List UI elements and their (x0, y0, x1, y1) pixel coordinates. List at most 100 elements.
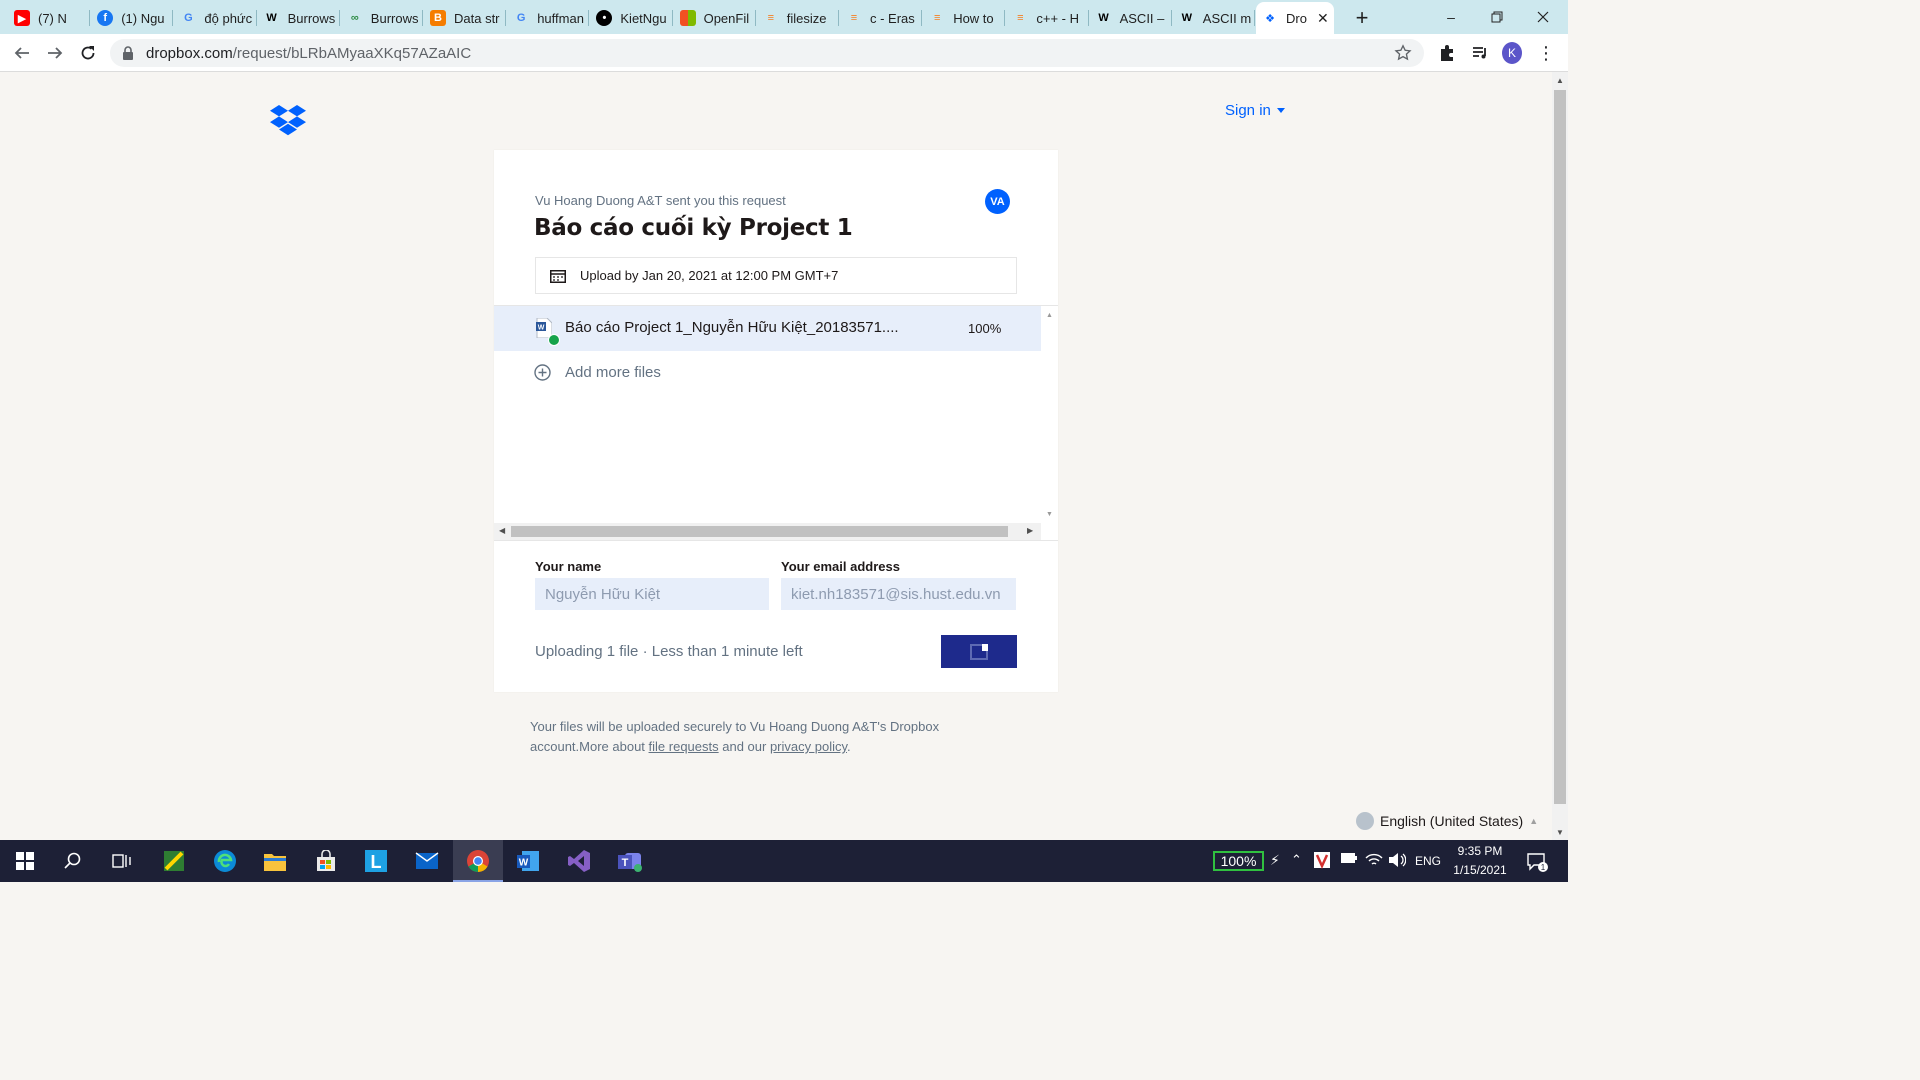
taskbar-app-visual-studio[interactable] (554, 840, 604, 882)
tab-title: Dro (1286, 10, 1307, 26)
tab-title: KietNgu (620, 10, 667, 26)
browser-tab[interactable]: ❖ Dro ✕ (1256, 2, 1334, 34)
minimize-button[interactable]: – (1428, 0, 1474, 34)
browser-tab[interactable]: W ASCII m (1173, 4, 1255, 32)
profile-avatar[interactable]: K (1502, 42, 1522, 64)
email-field[interactable] (781, 578, 1016, 610)
browser-tab[interactable]: W Burrows (258, 4, 340, 32)
file-list-vertical-scrollbar[interactable]: ▲ ▼ (1041, 306, 1058, 523)
scroll-down-arrow-icon[interactable]: ▼ (1046, 511, 1053, 518)
new-tab-button[interactable]: + (1347, 4, 1377, 32)
browser-tab[interactable]: f (1) Ngu (91, 4, 174, 32)
volume-icon[interactable] (1388, 852, 1407, 871)
scroll-left-arrow-icon[interactable]: ◀ (499, 526, 505, 535)
sign-in-dropdown[interactable]: Sign in (1225, 102, 1285, 119)
footer-note: Your files will be uploaded securely to … (530, 717, 970, 757)
close-window-button[interactable] (1520, 0, 1566, 34)
bookmark-star-icon[interactable] (1394, 44, 1412, 62)
browser-tab[interactable]: OpenFil (674, 4, 756, 32)
dropbox-logo-icon[interactable] (270, 104, 306, 136)
restore-button[interactable] (1474, 0, 1520, 34)
notification-center-icon[interactable]: 1 (1526, 851, 1548, 876)
visual-studio-icon (568, 850, 590, 872)
address-bar[interactable]: dropbox.com/request/bLRbAMyaaXKq57AZaAIC (110, 39, 1424, 67)
teams-icon: T (618, 853, 642, 872)
taskbar-app-l[interactable]: L (351, 840, 401, 882)
task-view-icon (112, 854, 131, 868)
calendar-icon (550, 269, 566, 283)
lock-icon[interactable] (122, 46, 134, 60)
browser-tab[interactable]: W ASCII – (1090, 4, 1172, 32)
add-more-files-button[interactable]: Add more files (534, 364, 661, 381)
tab-title: (1) Ngu (121, 10, 165, 26)
search-button[interactable] (48, 840, 98, 882)
tab-separator (89, 10, 91, 26)
start-button[interactable] (0, 840, 50, 882)
browser-tab[interactable]: ∞ Burrows (341, 4, 423, 32)
facebook-icon: f (97, 10, 114, 26)
taskbar-app-word[interactable]: W (503, 840, 553, 882)
input-language[interactable]: ENG (1415, 854, 1441, 868)
horizontal-scroll-thumb[interactable] (511, 526, 1008, 537)
reload-button[interactable] (76, 41, 100, 65)
wifi-icon[interactable] (1365, 852, 1383, 871)
tab-title: ASCII m (1202, 10, 1252, 26)
tab-separator (421, 10, 423, 26)
page-scroll-thumb[interactable] (1554, 90, 1566, 804)
browser-tab[interactable]: ≡ filesize (757, 4, 839, 32)
language-selector[interactable]: English (United States) ▲ (1356, 812, 1538, 830)
file-row[interactable]: W Báo cáo Project 1_Nguyễn Hữu Kiệt_2018… (494, 306, 1041, 351)
browser-tab[interactable]: ≡ How to (923, 4, 1006, 32)
taskbar-app-teams[interactable]: T (605, 840, 655, 882)
extensions-icon[interactable] (1437, 43, 1457, 63)
antivirus-tray-icon[interactable] (1313, 851, 1331, 872)
taskbar-app-edge[interactable] (200, 840, 250, 882)
scroll-up-arrow-icon[interactable]: ▲ (1046, 312, 1053, 319)
browser-tab[interactable]: B Data str (424, 4, 507, 32)
task-view-button[interactable] (97, 840, 147, 882)
page-scroll-up-icon[interactable]: ▲ (1556, 76, 1564, 85)
dropbox-icon: ❖ (1265, 12, 1275, 25)
tab-title: ASCII – (1119, 10, 1165, 26)
privacy-policy-link[interactable]: privacy policy (770, 739, 847, 754)
taskbar-app-chrome[interactable] (453, 840, 503, 882)
browser-tab[interactable]: Ghuffman (507, 4, 590, 32)
power-plug-icon[interactable]: ⚡ (1270, 852, 1280, 869)
upload-button[interactable] (941, 635, 1017, 668)
file-requests-link[interactable]: file requests (649, 739, 719, 754)
scroll-right-arrow-icon[interactable]: ▶ (1027, 526, 1033, 535)
back-button[interactable] (10, 41, 34, 65)
browser-tab[interactable]: ≡ c++ - H (1006, 4, 1089, 32)
show-hidden-icons-chevron-icon[interactable]: ⌃ (1291, 852, 1302, 868)
clock-date[interactable]: 1/15/2021 (1450, 863, 1510, 877)
upload-status: Uploading 1 file · Less than 1 minute le… (535, 643, 803, 660)
url-host: dropbox.com (146, 44, 233, 62)
browser-menu-icon[interactable]: ⋮ (1536, 43, 1556, 63)
taskbar-app-tools[interactable] (149, 840, 199, 882)
page-scrollbar[interactable]: ▲ ▼ (1552, 72, 1568, 840)
browser-tab[interactable]: Gđộ phức (174, 4, 257, 32)
clock-time[interactable]: 9:35 PM (1455, 844, 1505, 858)
taskbar-app-store[interactable] (301, 840, 351, 882)
page-scroll-down-icon[interactable]: ▼ (1556, 828, 1564, 837)
tab-separator (1087, 10, 1089, 26)
tab-title: Burrows (287, 10, 336, 26)
stackoverflow-icon: ≡ (1017, 12, 1024, 24)
close-tab-icon[interactable]: ✕ (1317, 10, 1329, 27)
battery-indicator[interactable]: 100% (1213, 851, 1264, 871)
tab-separator (588, 10, 590, 26)
tab-separator (172, 10, 174, 26)
name-field[interactable] (535, 578, 769, 610)
file-list-horizontal-scrollbar[interactable]: ◀ ▶ (494, 523, 1041, 540)
browser-tab[interactable]: ≡ c - Eras (840, 4, 923, 32)
forward-button[interactable] (43, 41, 67, 65)
footer-text-end: . (847, 739, 851, 754)
browser-tab[interactable]: ▶ (7) N (8, 4, 91, 32)
svg-text:W: W (538, 325, 545, 332)
browser-tab[interactable]: • KietNgu (590, 4, 673, 32)
battery-tray-icon[interactable] (1340, 852, 1358, 867)
windows-logo-icon (16, 852, 34, 870)
taskbar-app-mail[interactable] (402, 840, 452, 882)
taskbar-app-file-explorer[interactable] (250, 840, 300, 882)
media-control-icon[interactable] (1470, 43, 1490, 63)
